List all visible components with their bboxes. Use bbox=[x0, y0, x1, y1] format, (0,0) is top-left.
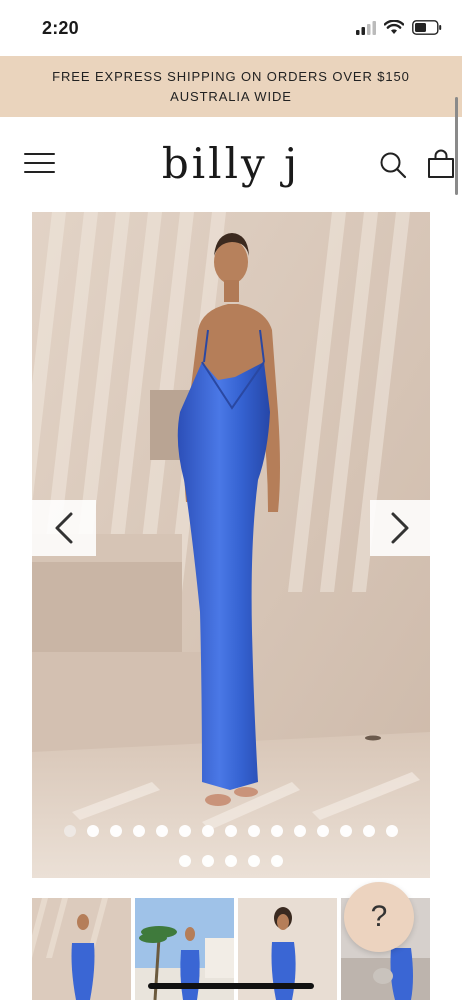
gallery-dot[interactable] bbox=[363, 825, 375, 837]
cellular-signal-icon bbox=[356, 20, 376, 35]
gallery-dot[interactable] bbox=[179, 855, 191, 867]
chevron-left-icon bbox=[55, 512, 73, 544]
shopping-bag-icon[interactable] bbox=[426, 149, 456, 179]
gallery-pagination-row-2 bbox=[32, 855, 430, 867]
gallery-dot[interactable] bbox=[179, 825, 191, 837]
thumbnail-1[interactable] bbox=[32, 898, 131, 1000]
status-bar: 2:20 bbox=[0, 0, 462, 56]
gallery-dot[interactable] bbox=[133, 825, 145, 837]
search-icon[interactable] bbox=[379, 151, 407, 179]
gallery-dot[interactable] bbox=[386, 825, 398, 837]
gallery-dot[interactable] bbox=[156, 825, 168, 837]
gallery-prev-button[interactable] bbox=[32, 500, 96, 556]
gallery-dot[interactable] bbox=[317, 825, 329, 837]
battery-icon bbox=[412, 20, 442, 35]
gallery-pagination-row-1 bbox=[32, 825, 430, 837]
announcement-banner: FREE EXPRESS SHIPPING ON ORDERS OVER $15… bbox=[0, 56, 462, 117]
status-icons bbox=[356, 20, 442, 35]
status-time: 2:20 bbox=[42, 18, 79, 38]
gallery-dot[interactable] bbox=[225, 825, 237, 837]
site-header: billy j bbox=[0, 117, 462, 212]
gallery-next-button[interactable] bbox=[370, 500, 430, 556]
chevron-right-icon bbox=[391, 512, 409, 544]
gallery-dot[interactable] bbox=[294, 825, 306, 837]
gallery-dot[interactable] bbox=[271, 855, 283, 867]
help-button-label: ? bbox=[370, 900, 388, 933]
scrollbar[interactable] bbox=[455, 97, 458, 195]
gallery-dot[interactable] bbox=[248, 825, 260, 837]
gallery-dot[interactable] bbox=[202, 855, 214, 867]
gallery-dot[interactable] bbox=[248, 855, 260, 867]
banner-line-1: FREE EXPRESS SHIPPING ON ORDERS OVER $15… bbox=[52, 68, 410, 84]
gallery-dot[interactable] bbox=[202, 825, 214, 837]
gallery-dot[interactable] bbox=[340, 825, 352, 837]
gallery-dot[interactable] bbox=[87, 825, 99, 837]
gallery-dot[interactable] bbox=[110, 825, 122, 837]
gallery-dot[interactable] bbox=[271, 825, 283, 837]
help-button[interactable]: ? bbox=[344, 882, 414, 952]
gallery-dot[interactable] bbox=[64, 825, 76, 837]
gallery-dot[interactable] bbox=[225, 855, 237, 867]
home-indicator bbox=[148, 983, 314, 989]
wifi-icon bbox=[384, 20, 404, 34]
banner-line-2: AUSTRALIA WIDE bbox=[170, 88, 292, 104]
